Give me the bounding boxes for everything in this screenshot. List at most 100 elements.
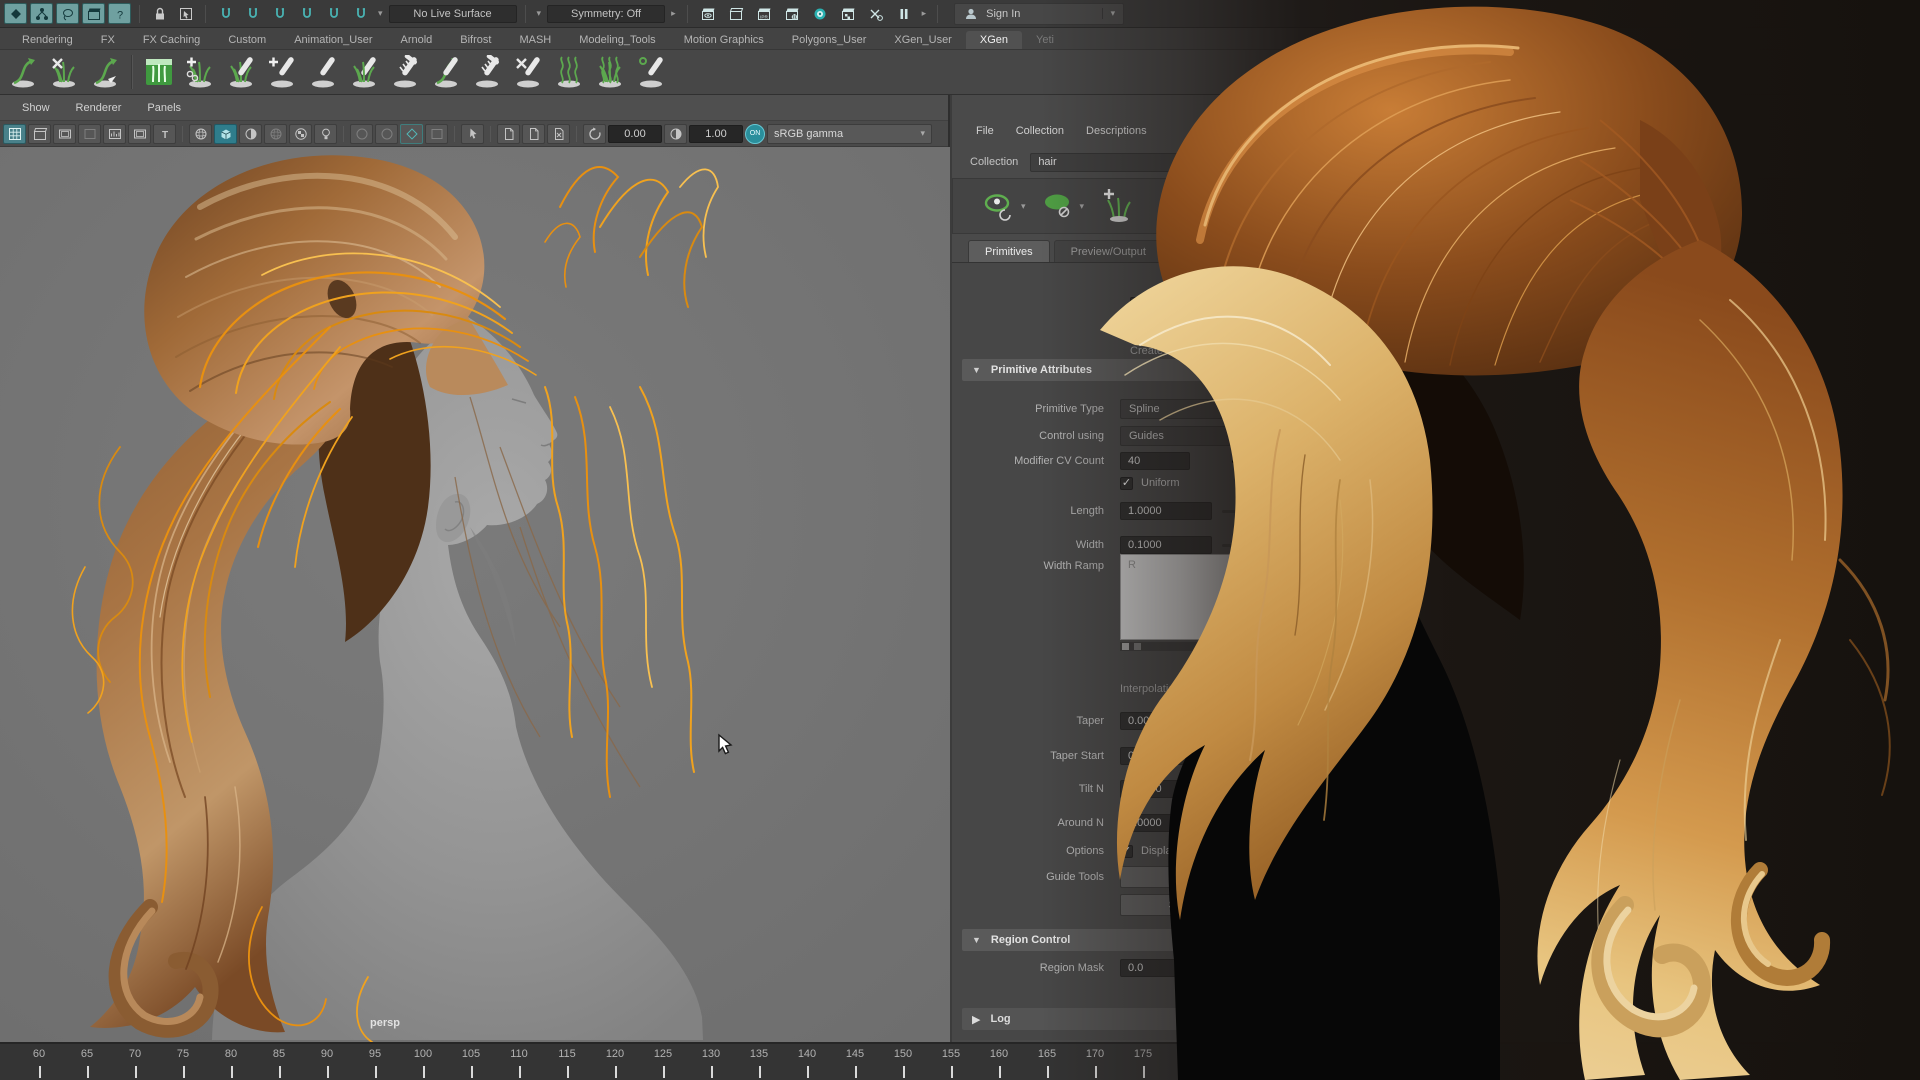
shelf-tab-xgen[interactable]: XGen — [966, 31, 1022, 49]
shelf-tab-yeti[interactable]: Yeti — [1022, 31, 1068, 49]
value-field[interactable]: 0.1000 — [1120, 536, 1212, 554]
part-guides-icon[interactable] — [386, 52, 424, 92]
pause-icon[interactable] — [892, 3, 916, 24]
value-field[interactable]: 0.0000 — [1120, 747, 1212, 765]
create-description-icon[interactable] — [181, 52, 219, 92]
help-highlight-icon[interactable]: ? — [108, 3, 131, 24]
export-guides-icon[interactable] — [86, 52, 124, 92]
slider-track[interactable] — [1222, 967, 1330, 970]
width-ramp-widget[interactable]: R — [1120, 554, 1290, 651]
selection-mask-all-icon[interactable] — [4, 3, 27, 24]
film-gate-icon[interactable] — [28, 124, 51, 144]
menu-show[interactable]: Show — [22, 102, 50, 114]
chevron-down-icon[interactable]: ▾ — [375, 8, 386, 19]
arnold-render-icon[interactable] — [808, 3, 832, 24]
value-field[interactable]: 40 — [1120, 452, 1190, 470]
textured-mode-icon[interactable] — [239, 124, 262, 144]
render-sequence-icon[interactable] — [864, 3, 888, 24]
chevron-right-icon[interactable]: ▸ — [668, 8, 679, 19]
gamma-icon[interactable] — [664, 124, 687, 144]
length-guides-icon[interactable] — [591, 52, 629, 92]
noise-guides-icon[interactable] — [550, 52, 588, 92]
section-log[interactable]: ▶ Log — [962, 1008, 1412, 1030]
slider-track[interactable] — [1222, 720, 1330, 723]
default-lighting-icon[interactable] — [314, 124, 337, 144]
primitive-type-dropdown[interactable]: Spline — [1120, 399, 1270, 419]
snap-to-curve-icon[interactable] — [241, 3, 264, 24]
slider-handle[interactable] — [1314, 505, 1321, 518]
shelf-tab-arnold[interactable]: Arnold — [386, 31, 446, 49]
color-management-on-icon[interactable]: ON — [745, 124, 765, 144]
render-texture-icon[interactable] — [836, 3, 860, 24]
snap-to-point-icon[interactable] — [268, 3, 291, 24]
add-guides-plus-icon[interactable] — [263, 52, 301, 92]
exposure-icon[interactable] — [583, 124, 606, 144]
checkbox-checked[interactable]: ✓ — [1130, 297, 1143, 310]
shadows-icon[interactable] — [350, 124, 373, 144]
set-length-button[interactable]: Set Length — [1120, 894, 1270, 916]
safe-action-icon[interactable] — [128, 124, 151, 144]
add-guide-brush-icon[interactable] — [222, 52, 260, 92]
shelf-tab-polygons-user[interactable]: Polygons_User — [778, 31, 881, 49]
section-primitive-attributes[interactable]: ▼ Primitive Attributes — [962, 359, 1412, 381]
slider-track[interactable] — [1222, 822, 1330, 825]
smooth-shaded-mode-icon[interactable] — [214, 124, 237, 144]
rebuild-button[interactable]: Rebuild — [1120, 866, 1270, 888]
chevron-down-icon[interactable]: ▾ — [1102, 8, 1116, 19]
shelf-tab-motion-graphics[interactable]: Motion Graphics — [670, 31, 778, 49]
menu-renderer[interactable]: Renderer — [76, 102, 122, 114]
cut-guides-icon[interactable] — [509, 52, 547, 92]
live-surface-field[interactable]: No Live Surface — [389, 5, 517, 23]
menu-panels[interactable]: Panels — [147, 102, 181, 114]
value-field[interactable]: 0.0000 — [1120, 712, 1212, 730]
tab-preview-output[interactable]: Preview/Output — [1054, 240, 1182, 262]
shelf-tab-animation-user[interactable]: Animation_User — [280, 31, 386, 49]
no-image-plane-icon[interactable] — [547, 124, 570, 144]
field-chart-icon[interactable] — [103, 124, 126, 144]
shelf-tab-fx[interactable]: FX — [87, 31, 129, 49]
curve-tool-icon[interactable] — [4, 52, 42, 92]
shelf-tab-modeling-tools[interactable]: Modeling_Tools — [565, 31, 669, 49]
slider-track[interactable] — [1222, 544, 1330, 547]
open-xgen-editor-icon[interactable] — [140, 52, 178, 92]
image-plane-icon[interactable] — [497, 124, 520, 144]
slider-track[interactable] — [1222, 755, 1330, 758]
slider-handle[interactable] — [1224, 783, 1231, 796]
region-mask-field[interactable]: 0.0 — [1120, 959, 1212, 977]
wireframe-mode-icon[interactable] — [189, 124, 212, 144]
checkbox-checked[interactable]: ✓ — [1120, 845, 1133, 858]
gamma-field[interactable]: 1.00 — [689, 125, 743, 143]
shelf-tab-rendering[interactable]: Rendering — [8, 31, 87, 49]
section-region-control[interactable]: ▼ Region Control — [962, 929, 1412, 951]
slider-track[interactable] — [1222, 788, 1330, 791]
shelf-tab-custom[interactable]: Custom — [214, 31, 280, 49]
slider-handle[interactable] — [1224, 750, 1231, 763]
collection-name-field[interactable]: hair — [1030, 153, 1205, 172]
delete-guides-icon[interactable] — [45, 52, 83, 92]
resolution-gate-icon[interactable] — [53, 124, 76, 144]
motion-blur-icon[interactable] — [400, 124, 423, 144]
tab-primitives[interactable]: Primitives — [968, 240, 1050, 262]
grid-toggle-icon[interactable] — [3, 124, 26, 144]
create-new-description-icon[interactable] — [1100, 189, 1134, 223]
exposure-field[interactable]: 0.00 — [608, 125, 662, 143]
twist-guides-icon[interactable] — [427, 52, 465, 92]
value-field[interactable]: 0.0000 — [1120, 780, 1212, 798]
shelf-tab-bifrost[interactable]: Bifrost — [446, 31, 505, 49]
value-field[interactable]: 1.0000 — [1120, 502, 1212, 520]
isolate-select-icon[interactable] — [461, 124, 484, 144]
slider-track[interactable] — [1222, 510, 1330, 513]
selection-mask-render-icon[interactable] — [82, 3, 105, 24]
anti-alias-icon[interactable] — [425, 124, 448, 144]
guide-visibility-eye-icon[interactable]: ▾ — [983, 191, 1026, 221]
time-slider[interactable]: 6065707580859095100105110115120125130135… — [0, 1042, 1920, 1080]
slider-handle[interactable] — [1224, 817, 1231, 830]
menu-descriptions[interactable]: Descriptions — [1086, 125, 1147, 137]
value-field[interactable]: 0.0000 — [1120, 814, 1212, 832]
shelf-tab-fx-caching[interactable]: FX Caching — [129, 31, 214, 49]
checker-mode-icon[interactable] — [289, 124, 312, 144]
snap-to-projected-center-icon[interactable] — [295, 3, 318, 24]
wireframe-on-shaded-icon[interactable] — [264, 124, 287, 144]
menu-file[interactable]: File — [976, 125, 994, 137]
select-tool-icon[interactable] — [174, 3, 197, 24]
